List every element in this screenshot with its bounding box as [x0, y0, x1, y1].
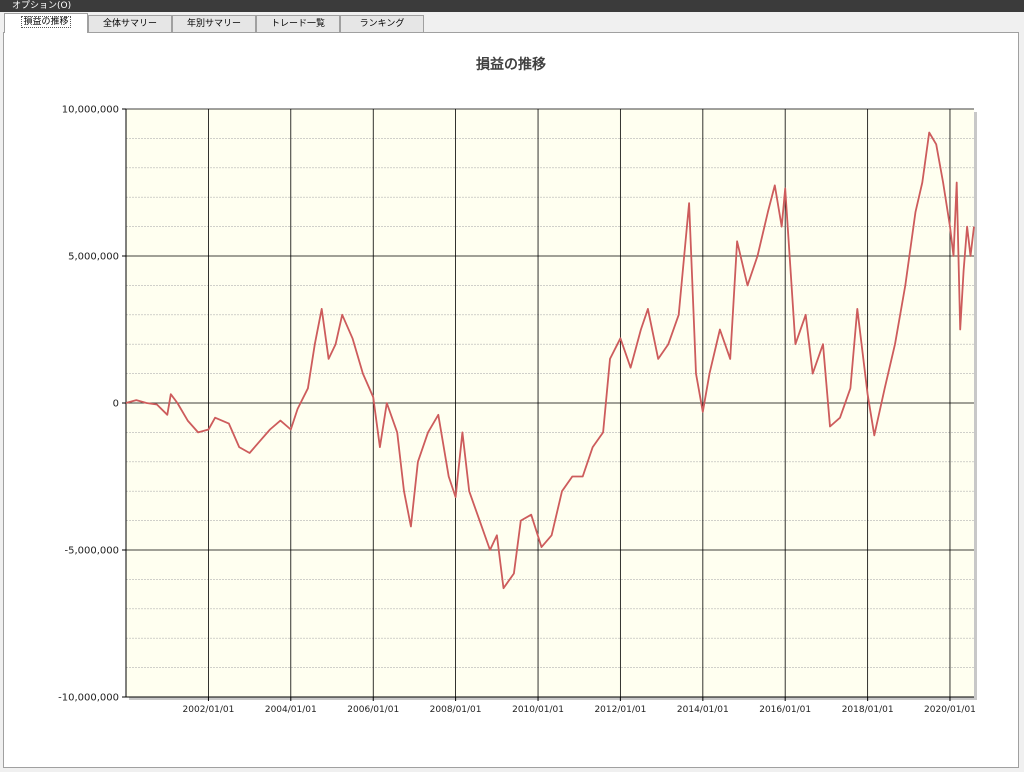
y-tick-label: -5,000,000	[64, 546, 119, 557]
y-tick-label: 10,000,000	[62, 105, 119, 116]
tab-overall-summary[interactable]: 全体サマリー	[88, 15, 172, 32]
x-tick-label: 2002/01/01	[183, 705, 235, 715]
tab-profit-transition[interactable]: 損益の推移	[4, 13, 88, 33]
tab-strip: 損益の推移 全体サマリー 年別サマリー トレード一覧 ランキング	[0, 13, 1024, 33]
chart-panel: 損益の推移 10,000,000 5,000,000 0 -5,000,000 -10,…	[3, 32, 1019, 768]
x-tick-label: 2010/01/01	[512, 705, 564, 715]
menu-bar: オプション(O)	[0, 0, 1024, 12]
x-tick-label: 2004/01/01	[265, 705, 317, 715]
tab-trade-list[interactable]: トレード一覧	[256, 15, 340, 32]
y-tick-label: 5,000,000	[68, 252, 119, 263]
x-tick-label: 2020/01/01	[924, 705, 976, 715]
chart-title: 損益の推移	[476, 56, 546, 73]
x-tick-label: 2008/01/01	[430, 705, 482, 715]
menu-options[interactable]: オプション(O)	[0, 1, 71, 11]
tab-yearly-summary[interactable]: 年別サマリー	[172, 15, 256, 32]
y-tick-label: 0	[113, 399, 119, 410]
x-tick-label: 2006/01/01	[347, 705, 399, 715]
y-tick-label: -10,000,000	[58, 693, 119, 704]
x-tick-label: 2018/01/01	[842, 705, 894, 715]
x-tick-label: 2016/01/01	[759, 705, 811, 715]
profit-chart: 損益の推移 10,000,000 5,000,000 0 -5,000,000 -10,…	[58, 56, 977, 715]
x-tick-label: 2012/01/01	[594, 705, 646, 715]
tab-ranking[interactable]: ランキング	[340, 15, 424, 32]
x-tick-label: 2014/01/01	[677, 705, 729, 715]
